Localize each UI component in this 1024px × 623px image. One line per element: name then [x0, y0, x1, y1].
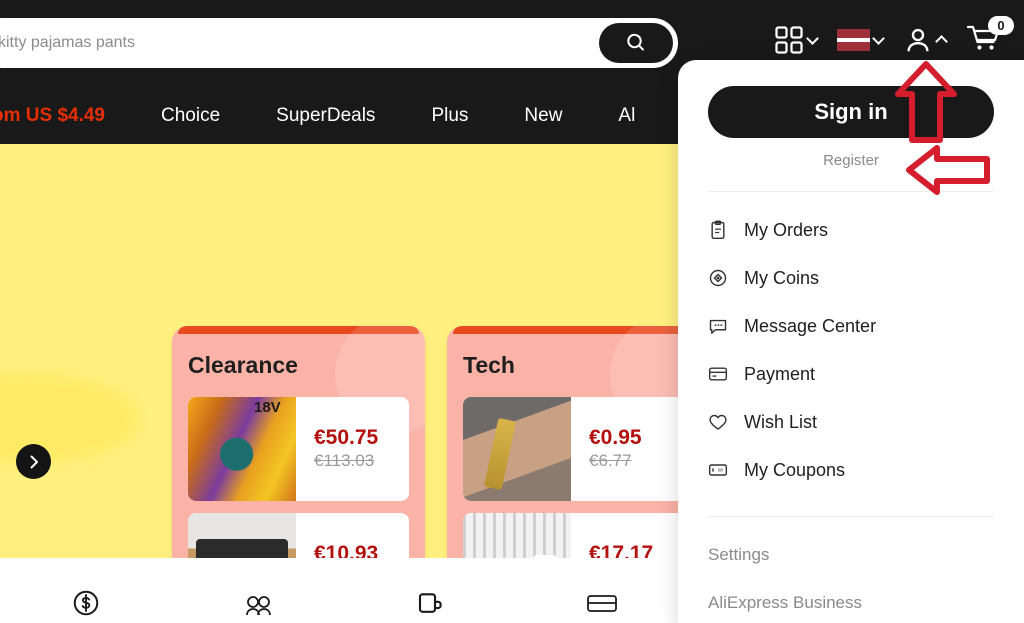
chevron-right-icon — [30, 455, 38, 468]
nav-item-plus[interactable]: Plus — [403, 105, 496, 127]
credit-card-icon — [708, 367, 728, 381]
header-actions: 0 — [764, 15, 1014, 64]
dropdown-divider-secondary — [708, 516, 994, 517]
deal-card-title: Clearance — [188, 352, 298, 378]
chevron-up-icon — [935, 35, 948, 48]
product-original-price: €6.77 — [589, 451, 632, 471]
dollar-circle-icon — [73, 590, 99, 616]
menu-item-settings[interactable]: Settings — [708, 531, 994, 579]
chat-bubble-icon — [709, 319, 727, 334]
product-price: €0.95 — [589, 425, 642, 449]
menu-item-label: My Orders — [744, 219, 829, 240]
search-icon — [627, 33, 644, 51]
menu-item-label: Message Center — [744, 315, 877, 336]
nav-item-superdeals[interactable]: SuperDeals — [248, 105, 403, 127]
person-icon — [907, 28, 929, 52]
coupon-icon — [708, 464, 728, 476]
account-menu-trigger[interactable] — [893, 25, 956, 55]
deal-cards: Clearance €50.75 €113.03 €10.93 €24.25 — [172, 326, 700, 558]
product-thumbnail — [463, 397, 571, 501]
menu-item-label: Wish List — [744, 411, 818, 432]
coin-icon — [709, 269, 727, 287]
menu-item-my-coins[interactable]: My Coins — [708, 254, 994, 302]
product-thumbnail — [463, 513, 571, 558]
carousel-next-button[interactable] — [16, 444, 51, 479]
deal-product[interactable]: €0.95 €6.77 — [463, 397, 684, 501]
nav-item-choice[interactable]: Choice — [133, 105, 248, 127]
latvia-flag-icon — [837, 29, 870, 51]
benefit-item-community[interactable] — [172, 583, 344, 623]
price-tag-icon — [418, 593, 442, 613]
dropdown-divider — [708, 191, 994, 192]
menu-item-payment[interactable]: Payment — [708, 350, 994, 398]
chevron-down-icon — [806, 31, 819, 45]
menu-item-message-center[interactable]: Message Center — [708, 302, 994, 350]
menu-item-label: My Coupons — [744, 459, 846, 480]
menu-item-my-orders[interactable]: My Orders — [708, 206, 994, 254]
product-price: €17.17 — [589, 541, 654, 558]
cart-count-badge: 0 — [988, 15, 1014, 35]
product-thumbnail — [188, 513, 296, 558]
deal-product[interactable]: €17.17 €57.22 — [463, 513, 684, 558]
menu-item-label: My Coins — [744, 267, 820, 288]
product-price: €10.93 — [314, 541, 379, 558]
language-region-selector[interactable] — [827, 29, 893, 51]
deal-product[interactable]: €10.93 €24.25 — [188, 513, 409, 558]
clipboard-icon — [711, 220, 725, 240]
nav-item-new[interactable]: New — [496, 105, 590, 127]
benefit-item-deals[interactable] — [344, 583, 516, 623]
search-bar[interactable] — [0, 18, 678, 68]
deal-card-tech[interactable]: Tech €0.95 €6.77 €17.17 €57.22 — [447, 326, 700, 558]
register-link[interactable]: Register — [708, 152, 994, 169]
credit-card-icon — [587, 595, 617, 612]
sign-in-button[interactable]: Sign in — [708, 86, 994, 138]
benefit-item-payment[interactable] — [516, 583, 688, 623]
menu-item-label: Payment — [744, 363, 816, 384]
product-price: €50.75 — [314, 425, 379, 449]
product-original-price: €113.03 — [314, 451, 375, 471]
deal-card-title: Tech — [463, 352, 515, 378]
qr-code-entry[interactable] — [764, 25, 827, 55]
deal-product[interactable]: €50.75 €113.03 — [188, 397, 409, 501]
menu-item-wish-list[interactable]: Wish List — [708, 398, 994, 446]
qr-code-icon — [775, 26, 803, 54]
nav-item-all[interactable]: Al — [590, 105, 663, 127]
people-icon — [246, 596, 271, 616]
search-input[interactable] — [0, 34, 599, 52]
cart-button[interactable]: 0 — [956, 15, 1014, 59]
nav-item-promo[interactable]: om US $4.49 — [0, 105, 133, 127]
product-thumbnail — [188, 397, 296, 501]
benefit-item-pricing[interactable] — [0, 583, 172, 623]
aliexpress-page: 0 om US $4.49 Choice SuperDeals Plus New… — [0, 0, 1024, 623]
menu-item-my-coupons[interactable]: My Coupons — [708, 446, 994, 494]
deal-card-clearance[interactable]: Clearance €50.75 €113.03 €10.93 €24.25 — [172, 326, 425, 558]
menu-item-aliexpress-business[interactable]: AliExpress Business — [708, 579, 994, 623]
heart-icon — [709, 414, 727, 430]
account-dropdown-panel: Sign in Register My Orders My Coins Mess… — [678, 60, 1024, 623]
chevron-down-icon — [872, 31, 885, 45]
search-button[interactable] — [599, 23, 673, 63]
